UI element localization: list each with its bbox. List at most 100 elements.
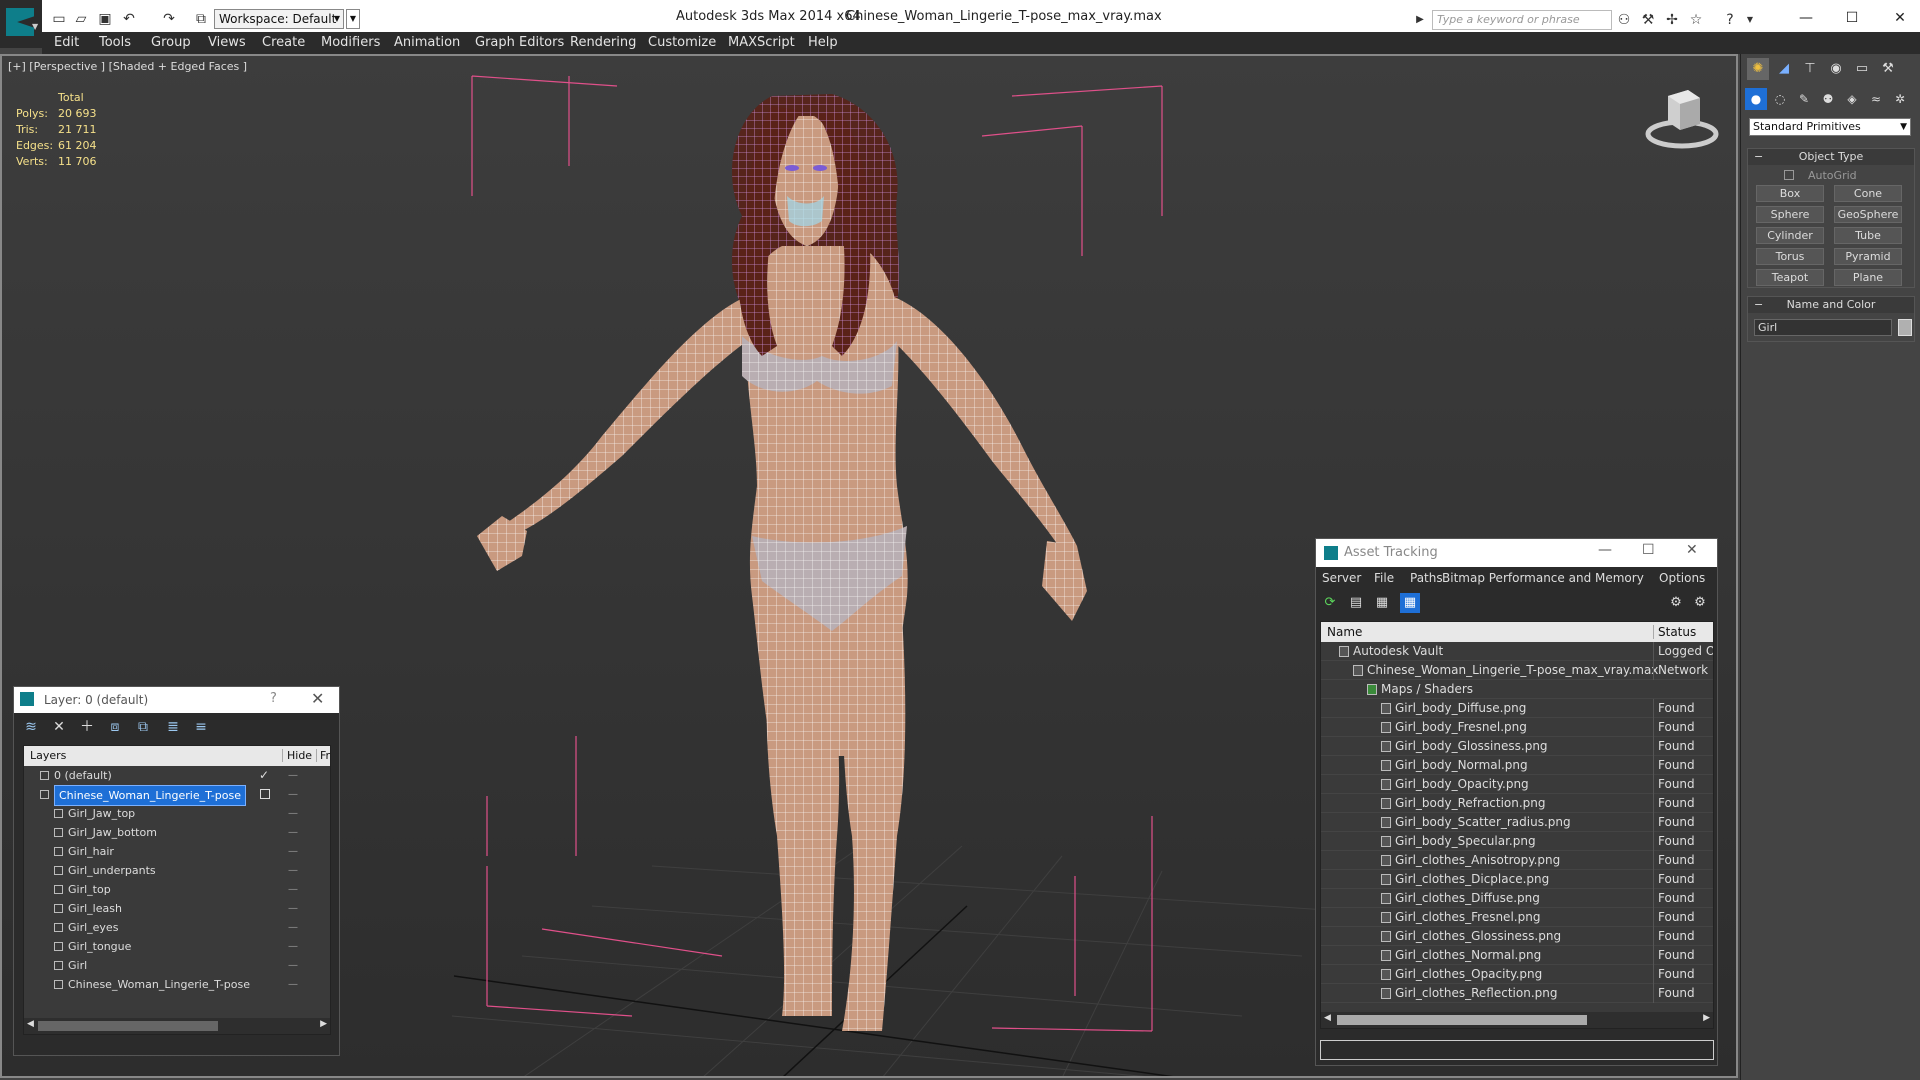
create-tab-icon[interactable]: ✺ <box>1747 58 1769 80</box>
layer-row[interactable]: Girl_underpants — <box>24 861 330 880</box>
hide-toggle[interactable]: — <box>288 785 298 804</box>
layer-row[interactable]: Girl_Jaw_bottom — <box>24 823 330 842</box>
asset-row[interactable]: Girl_body_Diffuse.png Found <box>1321 699 1713 718</box>
layer-name[interactable]: Girl_Jaw_top <box>68 804 135 823</box>
subscription-icon[interactable]: ⚒ <box>1638 10 1658 30</box>
character-model[interactable] <box>477 94 1087 1031</box>
layer-row[interactable]: Girl_top — <box>24 880 330 899</box>
hide-toggle[interactable]: — <box>288 899 298 918</box>
column-status[interactable]: Status <box>1653 625 1696 639</box>
layers-stack-icon[interactable]: ≋ <box>20 717 42 737</box>
horizontal-scrollbar[interactable]: ◀ ▶ <box>1321 1012 1713 1028</box>
list-view-icon[interactable]: ▤ <box>1346 593 1366 613</box>
layer-name[interactable]: 0 (default) <box>54 766 112 785</box>
asset-menu-bitmap-performance[interactable]: Bitmap Performance and Memory <box>1442 571 1644 585</box>
column-name[interactable]: Name <box>1327 625 1362 639</box>
binoculars-icon[interactable]: ⚇ <box>1614 10 1634 30</box>
shapes-category-icon[interactable]: ◌ <box>1769 88 1791 110</box>
asset-row[interactable]: Girl_body_Normal.png Found <box>1321 756 1713 775</box>
primitive-button-tube[interactable]: Tube <box>1834 227 1902 244</box>
favorites-star-icon[interactable]: ☆ <box>1686 10 1706 30</box>
asset-menu-file[interactable]: File <box>1374 571 1394 585</box>
layer-name[interactable]: Girl_Jaw_bottom <box>68 823 157 842</box>
primitive-button-torus[interactable]: Torus <box>1756 248 1824 265</box>
open-file-icon[interactable]: ▱ <box>72 10 90 28</box>
name-color-header[interactable]: − Name and Color <box>1748 297 1914 313</box>
layer-row[interactable]: Chinese_Woman_Lingerie_T-pose — <box>24 785 330 806</box>
primitive-button-teapot[interactable]: Teapot <box>1756 269 1824 286</box>
object-type-header[interactable]: − Object Type <box>1748 149 1914 165</box>
motion-tab-icon[interactable]: ◉ <box>1825 58 1847 80</box>
layer-name[interactable]: Girl_eyes <box>68 918 118 937</box>
asset-row[interactable]: Girl_clothes_Dicplace.png Found <box>1321 870 1713 889</box>
minimize-button[interactable]: — <box>1598 542 1612 558</box>
hide-all-layers-icon[interactable]: ≣ <box>162 717 184 737</box>
asset-row[interactable]: Girl_clothes_Diffuse.png Found <box>1321 889 1713 908</box>
vault-help-icon[interactable]: ⚙ <box>1666 593 1686 613</box>
primitive-button-pyramid[interactable]: Pyramid <box>1834 248 1902 265</box>
asset-row[interactable]: Girl_body_Refraction.png Found <box>1321 794 1713 813</box>
object-name-input[interactable]: Girl <box>1754 319 1892 336</box>
help-icon[interactable]: ? <box>270 691 277 706</box>
viewcube-icon[interactable] <box>1642 86 1722 156</box>
minimize-button[interactable]: — <box>1786 5 1826 31</box>
menu-customize[interactable]: Customize <box>648 35 716 50</box>
hierarchy-tab-icon[interactable]: ⊤ <box>1799 58 1821 80</box>
asset-row[interactable]: Girl_body_Scatter_radius.png Found <box>1321 813 1713 832</box>
hide-toggle[interactable]: — <box>288 956 298 975</box>
chevron-down-icon[interactable]: ▼ <box>1740 10 1760 30</box>
viewport-label[interactable]: [+] [Perspective ] [Shaded + Edged Faces… <box>8 60 247 73</box>
primitive-button-cone[interactable]: Cone <box>1834 185 1902 202</box>
asset-row[interactable]: Chinese_Woman_Lingerie_T-pose_max_vray.m… <box>1321 661 1713 680</box>
layer-name[interactable]: Girl_tongue <box>68 937 131 956</box>
asset-row[interactable]: Girl_clothes_Reflection.png Found <box>1321 984 1713 1003</box>
table-view-icon[interactable]: ▦ <box>1400 593 1420 613</box>
layer-row[interactable]: Girl_hair — <box>24 842 330 861</box>
column-hide[interactable]: Hide <box>282 749 312 762</box>
layer-manager-window[interactable]: Layer: 0 (default) ? ✕ ≋ ✕ ＋ ⧈ ⧉ ≣ ≡ Lay… <box>13 686 340 1056</box>
close-button[interactable]: ✕ <box>1880 5 1920 31</box>
refresh-icon[interactable]: ⟳ <box>1320 593 1340 613</box>
highlight-layer-icon[interactable]: ⧉ <box>132 717 154 737</box>
menu-help[interactable]: Help <box>808 35 838 50</box>
search-input[interactable]: Type a keyword or phrase <box>1432 10 1612 30</box>
asset-row[interactable]: Autodesk Vault Logged Out <box>1321 642 1713 661</box>
hide-toggle[interactable]: — <box>288 975 298 994</box>
layer-list[interactable]: Layers Hide Fr 0 (default) ✓ — Chinese_Woma… <box>23 745 331 1035</box>
geometry-category-icon[interactable]: ● <box>1745 88 1767 110</box>
hide-toggle[interactable]: — <box>288 766 298 785</box>
app-menu-button[interactable]: ▼ <box>0 0 42 48</box>
layer-row[interactable]: Chinese_Woman_Lingerie_T-pose — <box>24 975 330 994</box>
column-freeze[interactable]: Fr <box>316 749 330 762</box>
primitive-button-plane[interactable]: Plane <box>1834 269 1902 286</box>
primitive-button-geosphere[interactable]: GeoSphere <box>1834 206 1902 223</box>
asset-row[interactable]: Girl_clothes_Fresnel.png Found <box>1321 908 1713 927</box>
asset-row[interactable]: Girl_clothes_Glossiness.png Found <box>1321 927 1713 946</box>
hold-icon[interactable]: ⧉ <box>192 10 210 28</box>
primitive-button-sphere[interactable]: Sphere <box>1756 206 1824 223</box>
help-icon[interactable]: ? <box>1720 10 1740 30</box>
layer-row[interactable]: Girl — <box>24 956 330 975</box>
menu-animation[interactable]: Animation <box>394 35 460 50</box>
asset-menu-paths[interactable]: Paths <box>1410 571 1443 585</box>
asset-menu-server[interactable]: Server <box>1322 571 1361 585</box>
cameras-category-icon[interactable]: ⚉ <box>1817 88 1839 110</box>
scrollbar-thumb[interactable] <box>38 1021 218 1031</box>
menu-edit[interactable]: Edit <box>54 35 79 50</box>
menu-group[interactable]: Group <box>151 35 191 50</box>
quick-access-menu-button[interactable]: ▼ <box>346 9 360 29</box>
save-icon[interactable]: ▣ <box>96 10 114 28</box>
add-to-layer-icon[interactable]: ＋ <box>76 717 98 737</box>
menu-views[interactable]: Views <box>208 35 246 50</box>
layer-name[interactable]: Chinese_Woman_Lingerie_T-pose <box>54 785 246 806</box>
asset-row[interactable]: Girl_body_Fresnel.png Found <box>1321 718 1713 737</box>
layer-row[interactable]: Girl_Jaw_top — <box>24 804 330 823</box>
select-in-layer-icon[interactable]: ⧈ <box>104 717 126 737</box>
thumbnail-view-icon[interactable]: ▦ <box>1372 593 1392 613</box>
primitive-button-cylinder[interactable]: Cylinder <box>1756 227 1824 244</box>
layer-name[interactable]: Girl_leash <box>68 899 122 918</box>
layer-name[interactable]: Girl <box>68 956 87 975</box>
layer-name[interactable]: Girl_underpants <box>68 861 156 880</box>
asset-menu-options[interactable]: Options <box>1659 571 1705 585</box>
maximize-button[interactable]: ☐ <box>1832 5 1872 31</box>
